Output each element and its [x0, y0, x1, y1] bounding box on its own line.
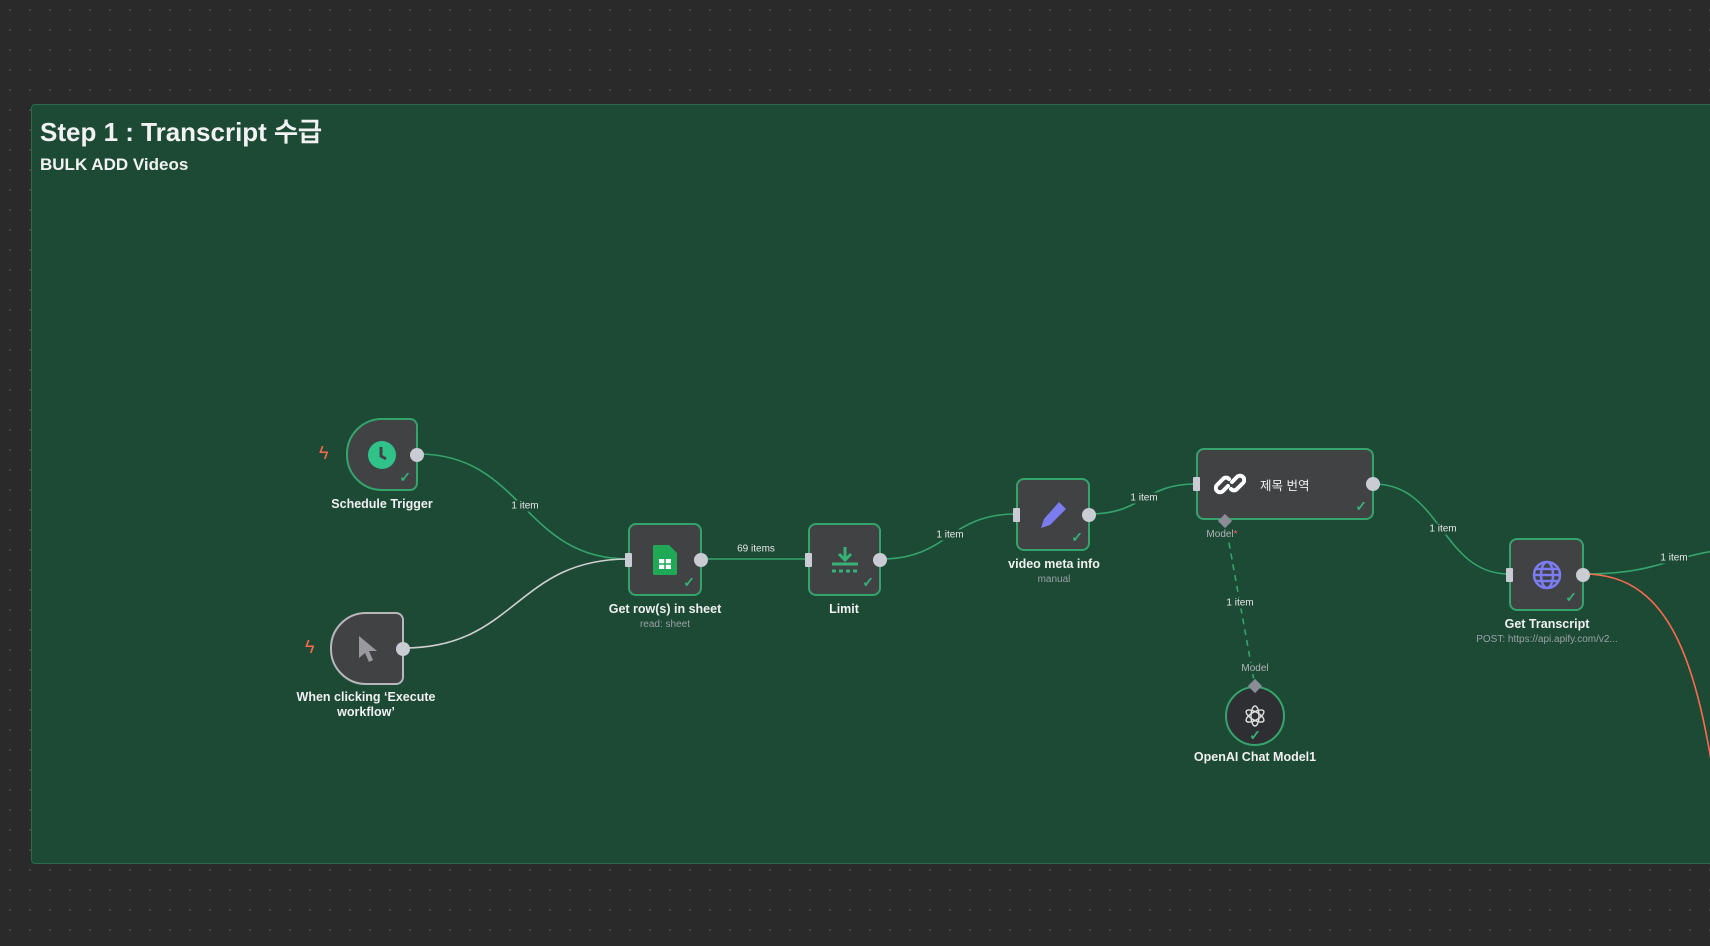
node-title-translate[interactable]: 제목 번역 ✓ — [1193, 448, 1380, 520]
chain-link-icon — [1214, 473, 1246, 495]
cursor-icon — [359, 635, 377, 662]
node-label: Schedule Trigger — [331, 497, 433, 511]
node-get-rows[interactable]: ✓ — [625, 523, 708, 596]
input-handle[interactable] — [805, 552, 812, 567]
node-label: When clicking ‘Execute workflow’ — [296, 690, 436, 719]
trigger-bolt-icon: ϟ — [319, 443, 329, 463]
success-check-icon: ✓ — [1355, 498, 1367, 514]
limit-icon — [831, 546, 858, 572]
node-label: OpenAI Chat Model1 — [1193, 750, 1317, 764]
edge-item-count: 69 items — [736, 543, 776, 555]
input-handle[interactable] — [625, 552, 632, 567]
output-handle[interactable] — [694, 552, 708, 567]
group-subtitle: BULK ADD Videos — [40, 155, 189, 174]
node-video-meta-info[interactable]: ✓ — [1013, 478, 1096, 551]
edge-item-count: 1 item — [1129, 492, 1159, 504]
node-label: Get Transcript — [1504, 617, 1590, 631]
node-get-transcript[interactable]: ✓ — [1506, 538, 1590, 611]
node-subtitle: manual — [1037, 574, 1071, 585]
edge-item-count: 1 item — [510, 500, 540, 512]
node-limit[interactable]: ✓ — [805, 523, 887, 596]
input-handle[interactable] — [1013, 507, 1020, 522]
node-label: Limit — [829, 602, 859, 616]
edge-item-count: 1 item — [1659, 552, 1689, 564]
node-subtitle: read: sheet — [639, 619, 691, 630]
node-openai-chat-model[interactable]: ✓ — [1225, 686, 1285, 746]
model-port-label: Model — [1241, 663, 1269, 674]
node-label: 제목 번역 — [1260, 478, 1310, 493]
sticky-group — [31, 104, 1710, 864]
output-handle[interactable] — [410, 447, 424, 462]
pencil-icon — [1041, 501, 1066, 528]
output-handle[interactable] — [873, 552, 887, 567]
node-schedule-trigger[interactable]: ✓ — [346, 418, 424, 491]
output-handle[interactable] — [1366, 477, 1380, 491]
globe-icon — [1532, 560, 1561, 589]
node-label: video meta info — [1008, 557, 1100, 571]
output-handle[interactable] — [1082, 507, 1096, 522]
node-subtitle: POST: https://api.apify.com/v2... — [1476, 634, 1618, 645]
google-sheets-icon — [653, 544, 677, 575]
node-label: Get row(s) in sheet — [608, 602, 722, 616]
output-handle[interactable] — [1576, 567, 1590, 582]
success-check-icon: ✓ — [862, 574, 874, 590]
trigger-bolt-icon: ϟ — [305, 637, 315, 657]
node-manual-trigger[interactable] — [330, 612, 410, 685]
group-title: Step 1 : Transcript 수급 — [40, 117, 322, 147]
openai-icon — [1245, 705, 1265, 727]
success-check-icon: ✓ — [683, 574, 695, 590]
output-handle[interactable] — [396, 641, 410, 656]
edge-item-count: 1 item — [1225, 597, 1255, 609]
edge-item-count: 1 item — [1428, 523, 1458, 535]
input-handle[interactable] — [1506, 567, 1513, 582]
success-check-icon: ✓ — [399, 469, 411, 485]
success-check-icon: ✓ — [1249, 727, 1261, 743]
success-check-icon: ✓ — [1071, 529, 1083, 545]
success-check-icon: ✓ — [1565, 589, 1577, 605]
model-port-label: Model* — [1206, 529, 1238, 540]
clock-icon — [368, 440, 396, 469]
input-handle[interactable] — [1193, 477, 1200, 491]
edge-item-count: 1 item — [935, 529, 965, 541]
